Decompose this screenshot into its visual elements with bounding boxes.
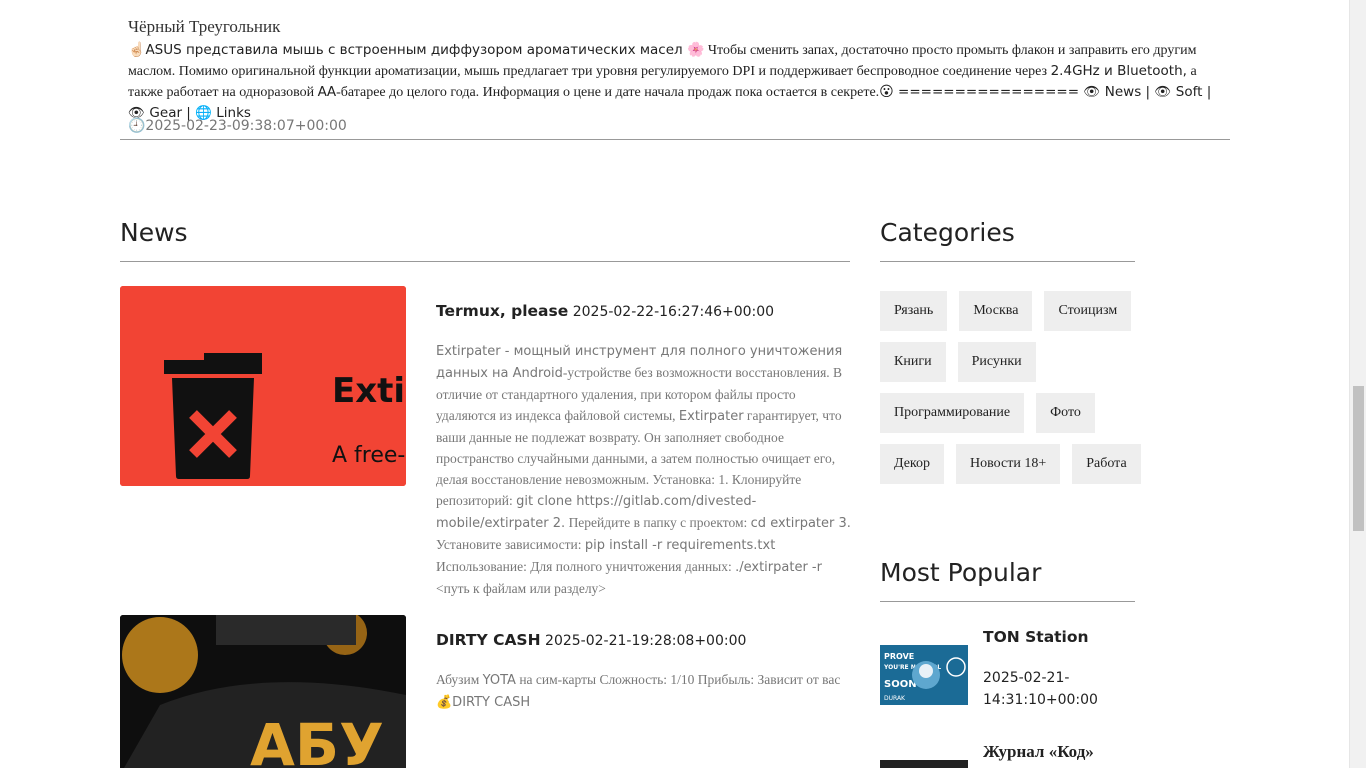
popular-item-title[interactable]: Журнал «Код» (983, 742, 1094, 762)
post-card: Чёрный Треугольник ☝🏻ASUS представила мы… (120, 0, 1230, 140)
trash-icon: Extir A free- (120, 286, 406, 486)
category-tag[interactable]: Москва (959, 291, 1033, 331)
face-icon: 😮 (879, 84, 894, 100)
popular-item-title[interactable]: TON Station (983, 628, 1089, 646)
category-tag[interactable]: Книги (880, 342, 946, 382)
image-caption-1: Extir (332, 371, 406, 411)
category-tag[interactable]: Рисунки (957, 342, 1036, 382)
most-popular-title: Most Popular (880, 558, 1135, 602)
page-scrollbar[interactable] (1349, 0, 1366, 768)
news-section-title: News (120, 218, 850, 262)
news-item-date: 2025-02-21-19:28:08+00:00 (545, 633, 747, 649)
svg-text:DURAK: DURAK (884, 695, 906, 702)
category-tag[interactable]: Работа (1072, 444, 1141, 484)
news-item-header: Termux, please 2025-02-22-16:27:46+00:00 (436, 302, 774, 320)
svg-text:PROVE: PROVE (884, 652, 914, 661)
svg-text:SOON: SOON (884, 679, 917, 690)
ton-station-image: PROVE YOU'RE NO FOOL SOON DURAK (880, 645, 968, 705)
category-tag[interactable]: Стоицизм (1044, 291, 1132, 331)
hand-icon: ☝🏻 (128, 42, 146, 58)
news-item-title[interactable]: DIRTY CASH (436, 631, 541, 649)
category-tag[interactable]: Программирование (880, 393, 1025, 433)
category-tag[interactable]: Рязань (880, 291, 948, 331)
news-item-title[interactable]: Termux, please (436, 302, 568, 320)
post-date: 🕘2025-02-23-09:38:07+00:00 (128, 118, 347, 134)
scrollbar-thumb[interactable] (1353, 386, 1364, 531)
image-caption-2: A free- (332, 443, 405, 468)
flower-icon: 🌸 (686, 42, 705, 58)
news-item-text: Extirpater - мощный инструмент для полно… (436, 344, 851, 596)
dirty-cash-image: АБУ (120, 615, 406, 768)
popular-item-image[interactable] (880, 760, 968, 768)
category-tag[interactable]: Декор (880, 444, 945, 484)
popular-item-image[interactable]: PROVE YOU'RE NO FOOL SOON DURAK (880, 645, 968, 705)
news-image-dirty-cash[interactable]: АБУ (120, 615, 406, 768)
news-item-text: Абузим YOTA на сим-карты Сложность: 1/10… (436, 672, 841, 710)
post-body: ☝🏻ASUS представила мышь с встроенным диф… (128, 42, 1212, 121)
category-tags: Рязань Москва Стоицизм Книги Рисунки Про… (880, 291, 1150, 484)
news-item-header: DIRTY CASH 2025-02-21-19:28:08+00:00 (436, 631, 746, 649)
popular-item-date: 2025-02-21-14:31:10+00:00 (983, 670, 1098, 708)
image-caption: АБУ (250, 711, 384, 768)
news-item-date: 2025-02-22-16:27:46+00:00 (572, 304, 775, 320)
post-source: Чёрный Треугольник (128, 17, 281, 36)
categories-title: Categories (880, 218, 1135, 262)
news-image-termux[interactable]: Extir A free- (120, 286, 406, 486)
category-tag[interactable]: Фото (1036, 393, 1095, 433)
category-tag[interactable]: Новости 18+ (956, 444, 1061, 484)
